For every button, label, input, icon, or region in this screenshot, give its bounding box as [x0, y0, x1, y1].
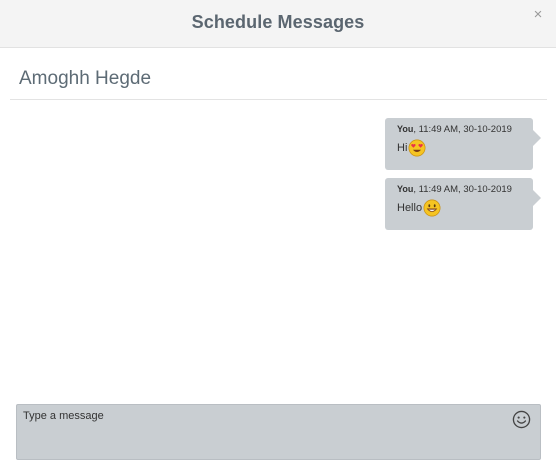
smiley-icon[interactable]	[512, 410, 531, 429]
message-sender: You	[397, 124, 414, 134]
message-input[interactable]	[23, 410, 503, 454]
message-meta: You, 11:49 AM, 30-10-2019	[397, 123, 523, 136]
message-timestamp: , 11:49 AM, 30-10-2019	[413, 124, 512, 135]
heart-eyes-emoji-icon	[408, 139, 426, 157]
message-body: Hi	[397, 139, 523, 157]
message-meta: You, 11:49 AM, 30-10-2019	[397, 183, 523, 196]
message-bubble: You, 11:49 AM, 30-10-2019 Hello	[385, 178, 541, 230]
contact-name: Amoghh Hegde	[19, 68, 152, 89]
message-bubble: You, 11:49 AM, 30-10-2019 Hi	[385, 118, 541, 170]
message-timestamp: , 11:49 AM, 30-10-2019	[413, 184, 512, 195]
modal-title: Schedule Messages	[191, 12, 365, 32]
message-text: Hi	[397, 142, 408, 154]
contact-divider	[10, 99, 547, 100]
message-text: Hello	[397, 202, 423, 214]
modal-header: Schedule Messages ×	[0, 0, 556, 48]
grinning-emoji-icon	[423, 199, 441, 217]
message-composer	[16, 404, 541, 460]
message-sender: You	[397, 184, 414, 194]
message-body: Hello	[397, 199, 523, 217]
close-button[interactable]: ×	[530, 6, 546, 24]
